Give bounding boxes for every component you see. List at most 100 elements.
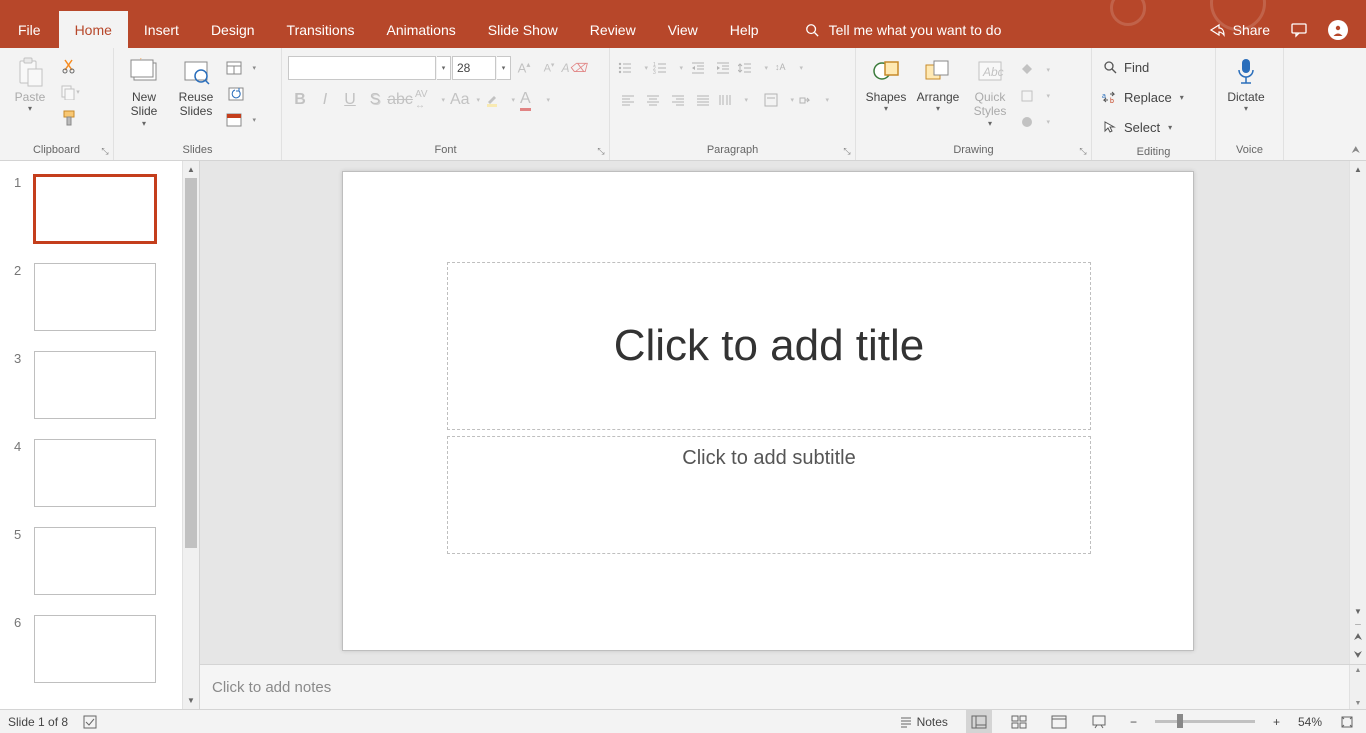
font-launcher[interactable]: ⤡ xyxy=(595,146,607,158)
increase-indent-button[interactable] xyxy=(711,56,735,80)
layout-button[interactable]: ▾ xyxy=(224,56,258,80)
reading-view-button[interactable] xyxy=(1046,710,1072,733)
font-color-button[interactable]: A▾ xyxy=(518,88,552,112)
zoom-slider[interactable] xyxy=(1155,720,1255,723)
quick-styles-button[interactable]: Abc Quick Styles▾ xyxy=(966,52,1014,128)
thumb-preview[interactable] xyxy=(34,263,156,331)
select-button[interactable]: Select ▾ xyxy=(1098,114,1176,140)
highlight-button[interactable]: ▾ xyxy=(483,88,517,112)
strikethrough-button[interactable]: abc xyxy=(388,88,412,112)
paragraph-launcher[interactable]: ⤡ xyxy=(841,146,853,158)
reuse-slides-button[interactable]: Reuse Slides xyxy=(172,52,220,119)
thumb-preview[interactable] xyxy=(34,439,156,507)
slide-thumbnail-1[interactable]: 1 xyxy=(14,175,182,243)
arrange-button[interactable]: Arrange▾ xyxy=(914,52,962,114)
shape-outline-button[interactable]: ▾ xyxy=(1018,84,1052,108)
bold-button[interactable]: B xyxy=(288,88,312,112)
thumb-preview[interactable] xyxy=(34,527,156,595)
zoom-level[interactable]: 54% xyxy=(1298,715,1322,729)
slide-thumbnail-6[interactable]: 6 xyxy=(14,615,182,683)
tab-insert[interactable]: Insert xyxy=(128,11,195,48)
canvas-scroll-up[interactable]: ▲ xyxy=(1350,161,1366,178)
shape-fill-button[interactable]: ▾ xyxy=(1018,58,1052,82)
slide-thumbnail-4[interactable]: 4 xyxy=(14,439,182,507)
new-slide-button[interactable]: ✦ New Slide▾ xyxy=(120,52,168,128)
shadow-button[interactable]: S xyxy=(363,88,387,112)
zoom-slider-knob[interactable] xyxy=(1177,714,1183,728)
normal-view-button[interactable] xyxy=(966,710,992,733)
align-center-button[interactable] xyxy=(641,88,665,112)
replace-button[interactable]: ab Replace ▾ xyxy=(1098,84,1188,110)
clear-formatting-button[interactable]: A⌫ xyxy=(562,56,586,80)
slideshow-view-button[interactable] xyxy=(1086,710,1112,733)
slide-canvas[interactable]: Click to add title Click to add subtitle xyxy=(200,161,1349,664)
scroll-up-arrow[interactable]: ▲ xyxy=(183,161,199,178)
tab-view[interactable]: View xyxy=(652,11,714,48)
decrease-indent-button[interactable] xyxy=(686,56,710,80)
bullets-button[interactable]: ▾ xyxy=(616,56,650,80)
canvas-scrollbar[interactable]: ▲ ▼ ─ ⮝ ⮟ xyxy=(1349,161,1366,664)
tab-design[interactable]: Design xyxy=(195,11,271,48)
user-account-icon[interactable] xyxy=(1328,20,1348,40)
notes-scrollbar[interactable]: ▲▼ xyxy=(1349,665,1366,709)
align-right-button[interactable] xyxy=(666,88,690,112)
thumb-preview[interactable] xyxy=(34,351,156,419)
decrease-font-button[interactable]: A▾ xyxy=(537,56,561,80)
fit-to-window-button[interactable] xyxy=(1336,710,1358,733)
char-spacing-button[interactable]: AV↔▾ xyxy=(413,88,447,112)
section-button[interactable]: ▾ xyxy=(224,108,258,132)
collapse-ribbon-button[interactable]: ⮝ xyxy=(1352,145,1361,156)
shape-effects-button[interactable]: ▾ xyxy=(1018,110,1052,134)
subtitle-placeholder[interactable]: Click to add subtitle xyxy=(447,436,1091,554)
drawing-launcher[interactable]: ⤡ xyxy=(1077,146,1089,158)
notes-toggle[interactable]: Notes xyxy=(895,710,952,733)
zoom-in-button[interactable]: + xyxy=(1269,710,1284,733)
reset-button[interactable] xyxy=(224,82,248,106)
copy-button[interactable]: ▾ xyxy=(58,80,82,104)
clipboard-launcher[interactable]: ⤡ xyxy=(99,146,111,158)
justify-button[interactable] xyxy=(691,88,715,112)
numbering-button[interactable]: 123▾ xyxy=(651,56,685,80)
spellcheck-icon[interactable] xyxy=(82,714,98,730)
smartart-button[interactable]: ▾ xyxy=(797,88,831,112)
thumb-preview[interactable] xyxy=(34,615,156,683)
format-painter-button[interactable] xyxy=(58,106,82,130)
tab-animations[interactable]: Animations xyxy=(370,11,471,48)
line-spacing-button[interactable]: ▾ xyxy=(736,56,770,80)
tab-transitions[interactable]: Transitions xyxy=(271,11,371,48)
tab-file[interactable]: File xyxy=(0,11,59,48)
align-left-button[interactable] xyxy=(616,88,640,112)
underline-button[interactable]: U xyxy=(338,88,362,112)
align-text-button[interactable]: ▾ xyxy=(762,88,796,112)
change-case-button[interactable]: Aa▾ xyxy=(448,88,482,112)
scroll-handle[interactable] xyxy=(185,178,197,548)
next-slide-button[interactable]: ⮟ xyxy=(1350,646,1366,664)
columns-button[interactable]: ▾ xyxy=(716,88,750,112)
increase-font-button[interactable]: A▴ xyxy=(512,56,536,80)
title-placeholder[interactable]: Click to add title xyxy=(447,262,1091,430)
tab-review[interactable]: Review xyxy=(574,11,652,48)
cut-button[interactable] xyxy=(58,54,82,78)
tab-slideshow[interactable]: Slide Show xyxy=(472,11,574,48)
paste-button[interactable]: Paste ▾ xyxy=(6,52,54,114)
slide-thumbnail-2[interactable]: 2 xyxy=(14,263,182,331)
italic-button[interactable]: I xyxy=(313,88,337,112)
notes-pane[interactable]: Click to add notes ▲▼ xyxy=(200,664,1366,709)
font-name-combo[interactable] xyxy=(288,56,436,80)
font-size-combo[interactable] xyxy=(452,56,496,80)
slide-sorter-button[interactable] xyxy=(1006,710,1032,733)
thumb-preview[interactable] xyxy=(34,175,156,243)
slide-thumbnail-3[interactable]: 3 xyxy=(14,351,182,419)
dictate-button[interactable]: Dictate▾ xyxy=(1222,52,1270,114)
font-size-dropdown[interactable]: ▾ xyxy=(497,56,511,80)
slide-thumbnail-5[interactable]: 5 xyxy=(14,527,182,595)
zoom-out-button[interactable]: − xyxy=(1126,710,1141,733)
scroll-down-arrow[interactable]: ▼ xyxy=(183,692,199,709)
font-name-dropdown[interactable]: ▾ xyxy=(437,56,451,80)
tab-home[interactable]: Home xyxy=(59,11,128,48)
text-direction-button[interactable]: ↕A▾ xyxy=(771,56,805,80)
slide-panel-scrollbar[interactable]: ▲ ▼ xyxy=(182,161,199,709)
slide-counter[interactable]: Slide 1 of 8 xyxy=(8,715,68,729)
shapes-button[interactable]: Shapes▾ xyxy=(862,52,910,114)
find-button[interactable]: Find xyxy=(1098,54,1153,80)
